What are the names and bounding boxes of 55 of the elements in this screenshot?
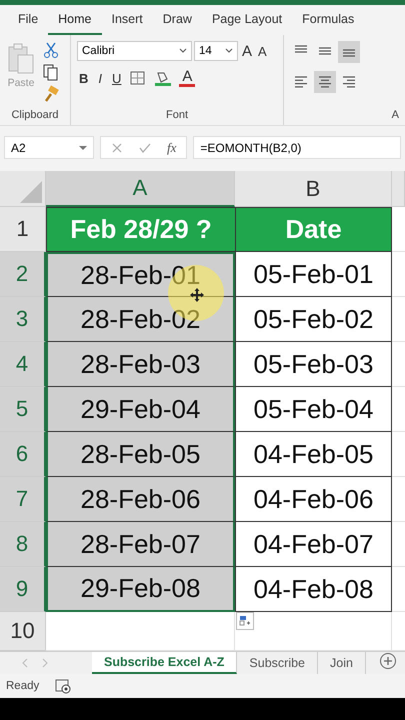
font-style-button[interactable]: B <box>77 70 90 86</box>
group-label: Font <box>164 108 189 123</box>
macro-recorder-icon[interactable] <box>55 678 72 694</box>
table-cell: 28-Feb-05 <box>46 432 235 477</box>
font-size-field[interactable]: 14 <box>194 41 238 61</box>
row-header[interactable]: 1 <box>0 207 46 252</box>
clipboard-icon[interactable] <box>6 41 36 75</box>
formula-field[interactable]: =EOMONTH(B2,0) <box>193 136 401 159</box>
caret-icon[interactable] <box>179 48 187 54</box>
table-cell: 28-Feb-07 <box>46 522 235 567</box>
caret-icon[interactable] <box>225 48 233 54</box>
copy-icon[interactable] <box>42 63 60 81</box>
add-sheet-icon[interactable] <box>379 652 397 670</box>
ribbon-tab[interactable]: Insert <box>102 5 153 35</box>
row-header[interactable]: 7 <box>0 477 46 522</box>
row-header[interactable]: 9 <box>0 567 46 612</box>
table-cell: 29-Feb-04 <box>46 387 235 432</box>
name-box[interactable]: A2 <box>4 136 94 159</box>
borders-icon[interactable] <box>129 70 148 86</box>
insert-function-button[interactable]: fx <box>167 140 176 156</box>
table-cell: 28-Feb-03 <box>46 342 235 387</box>
font-name-field[interactable]: Calibri <box>77 41 192 61</box>
ribbon-tab[interactable]: Page Layout <box>202 5 292 35</box>
grow-font-button[interactable]: A <box>240 42 254 60</box>
ribbon-tab[interactable]: Formulas <box>292 5 364 35</box>
quick-analysis-icon[interactable] <box>236 612 254 630</box>
row-header[interactable]: 6 <box>0 432 46 477</box>
group-label: A <box>390 108 399 123</box>
row-header[interactable]: 5 <box>0 387 46 432</box>
font-style-button[interactable]: U <box>110 70 124 86</box>
row-header[interactable]: 2 <box>0 252 46 297</box>
row-header[interactable]: 10 <box>0 612 46 651</box>
table-cell: Date <box>235 207 392 252</box>
row-header[interactable]: 8 <box>0 522 46 567</box>
check-icon[interactable] <box>139 142 151 154</box>
column-header[interactable]: B <box>235 171 392 207</box>
status-text: Ready <box>6 680 40 692</box>
shrink-font-button[interactable]: A <box>256 44 269 58</box>
table-cell: 28-Feb-06 <box>46 477 235 522</box>
table-cell: 29-Feb-08 <box>46 567 235 612</box>
table-cell: 28-Feb-01 <box>46 252 235 297</box>
font-style-button[interactable]: I <box>96 70 104 86</box>
table-cell: Feb 28/29 ? <box>46 207 235 252</box>
row-header[interactable]: 3 <box>0 297 46 342</box>
ribbon-tab[interactable]: File <box>8 5 48 35</box>
caret-icon[interactable] <box>79 144 87 150</box>
ribbon-tab[interactable]: Draw <box>152 5 202 35</box>
table-cell: 28-Feb-02 <box>46 297 235 342</box>
column-header[interactable]: A <box>46 171 235 207</box>
group-label: Clipboard <box>10 108 60 123</box>
font-color-button[interactable]: A <box>179 70 196 86</box>
cursor-icon <box>190 288 204 302</box>
row-header[interactable]: 4 <box>0 342 46 387</box>
sheet-tab[interactable]: Subscribe Excel A-Z <box>92 652 238 674</box>
scissors-icon[interactable] <box>43 41 59 59</box>
